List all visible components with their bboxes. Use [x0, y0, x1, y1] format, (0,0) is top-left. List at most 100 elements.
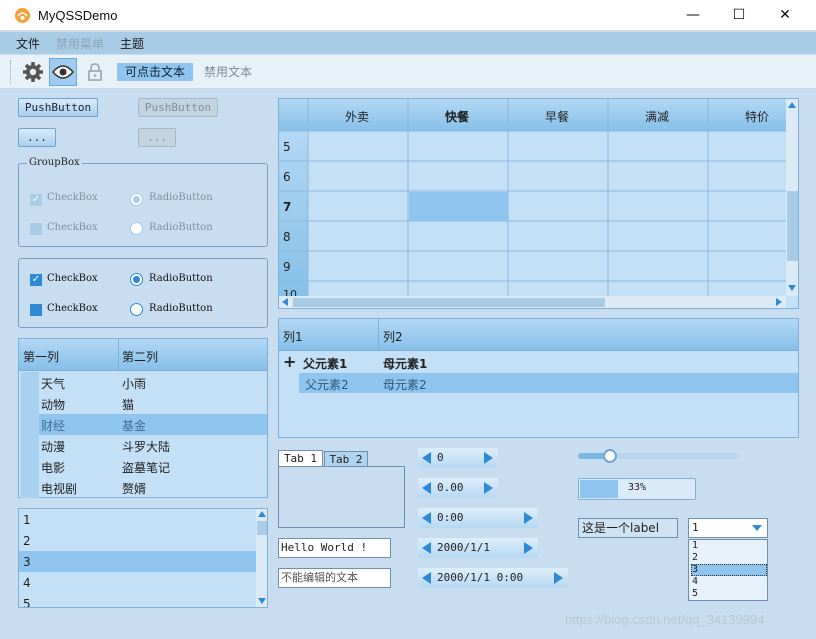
- grid-row-header[interactable]: 9: [283, 260, 291, 274]
- column-header[interactable]: 第二列: [122, 348, 158, 365]
- list-item[interactable]: 4: [23, 576, 31, 590]
- datetime-value[interactable]: 2000/1/1 0:00: [437, 568, 523, 588]
- grid-column-header[interactable]: 早餐: [545, 108, 569, 125]
- decrement-icon[interactable]: [422, 572, 431, 584]
- slider[interactable]: [578, 449, 738, 463]
- scroll-up-icon[interactable]: [788, 102, 796, 108]
- list-item[interactable]: 5: [23, 597, 31, 607]
- int-spinbox[interactable]: 0: [418, 448, 498, 468]
- tree-item[interactable]: 母元素2: [383, 376, 427, 393]
- increment-icon[interactable]: [524, 542, 533, 554]
- table-cell[interactable]: 动漫: [41, 438, 65, 455]
- minimize-button[interactable]: —: [670, 0, 716, 31]
- list-scrollbar[interactable]: [256, 509, 267, 607]
- close-button[interactable]: ✕: [762, 0, 808, 31]
- eye-icon[interactable]: [49, 58, 77, 86]
- table-cell[interactable]: 财经: [41, 417, 65, 434]
- list-item[interactable]: 2: [23, 534, 31, 548]
- combo-option[interactable]: 2: [692, 552, 698, 563]
- checkbox-label[interactable]: CheckBox: [47, 273, 98, 284]
- list-item[interactable]: 3: [23, 555, 31, 569]
- grid-row-header[interactable]: 8: [283, 230, 291, 244]
- scroll-left-icon[interactable]: [282, 298, 288, 306]
- decrement-icon[interactable]: [422, 452, 431, 464]
- grid-row-header[interactable]: 6: [283, 170, 291, 184]
- table-cell[interactable]: 基金: [122, 417, 146, 434]
- radio-label[interactable]: RadioButton: [149, 273, 213, 284]
- radio-unchecked[interactable]: [130, 303, 143, 316]
- grid-selected-cell[interactable]: [409, 192, 508, 221]
- increment-icon[interactable]: [484, 452, 493, 464]
- grid-column-header[interactable]: 外卖: [345, 108, 369, 125]
- toolbar-grip[interactable]: [10, 60, 12, 84]
- grid-vscrollbar[interactable]: [786, 99, 798, 296]
- menu-theme[interactable]: 主题: [120, 35, 144, 52]
- increment-icon[interactable]: [484, 482, 493, 494]
- spinbox-value[interactable]: 0: [437, 448, 444, 468]
- datetime-edit[interactable]: 2000/1/1 0:00: [418, 568, 568, 588]
- scroll-right-icon[interactable]: [776, 298, 782, 306]
- grid-row-header[interactable]: 7: [283, 200, 291, 214]
- increment-icon[interactable]: [524, 512, 533, 524]
- list-item[interactable]: 1: [23, 513, 31, 527]
- spinbox-value[interactable]: 0.00: [437, 478, 464, 498]
- column-header[interactable]: 第一列: [23, 348, 59, 365]
- date-value[interactable]: 2000/1/1: [437, 538, 490, 558]
- grid-row-header[interactable]: 5: [283, 140, 291, 154]
- table-cell[interactable]: 电视剧: [41, 480, 77, 497]
- table-cell[interactable]: 天气: [41, 375, 65, 392]
- tree-item[interactable]: 父元素2: [305, 376, 349, 393]
- menu-file[interactable]: 文件: [16, 35, 40, 52]
- combo-option[interactable]: 1: [692, 540, 698, 551]
- column-header[interactable]: 列2: [383, 328, 403, 345]
- increment-icon[interactable]: [554, 572, 563, 584]
- tool-button[interactable]: ...: [18, 128, 56, 147]
- toolbar-clickable-text[interactable]: 可点击文本: [117, 63, 194, 81]
- table-cell[interactable]: 斗罗大陆: [122, 438, 170, 455]
- combo-box[interactable]: 1: [688, 518, 768, 538]
- scroll-down-icon[interactable]: [788, 285, 796, 291]
- radio-label[interactable]: RadioButton: [149, 303, 213, 314]
- tab-1[interactable]: Tab 1: [278, 450, 323, 467]
- table-cell[interactable]: 猫: [122, 396, 134, 413]
- chevron-down-icon[interactable]: [752, 525, 762, 531]
- double-spinbox[interactable]: 0.00: [418, 478, 498, 498]
- combo-option[interactable]: 4: [692, 576, 698, 587]
- table-cell[interactable]: 小雨: [122, 375, 146, 392]
- gear-icon[interactable]: [19, 58, 47, 86]
- decrement-icon[interactable]: [422, 542, 431, 554]
- time-edit[interactable]: 0:00: [418, 508, 538, 528]
- table-cell[interactable]: 赘婿: [122, 480, 146, 497]
- decrement-icon[interactable]: [422, 482, 431, 494]
- date-edit[interactable]: 2000/1/1: [418, 538, 538, 558]
- maximize-button[interactable]: ☐: [716, 0, 762, 31]
- decrement-icon[interactable]: [422, 512, 431, 524]
- line-edit[interactable]: Hello World !: [278, 538, 391, 558]
- grid-hscrollbar[interactable]: [279, 296, 786, 308]
- radio-checked[interactable]: [130, 273, 143, 286]
- expand-icon[interactable]: +: [283, 352, 296, 371]
- tree-item[interactable]: 母元素1: [383, 355, 427, 372]
- scroll-handle[interactable]: [293, 298, 605, 307]
- checkbox-checked[interactable]: ✓: [30, 274, 42, 286]
- push-button[interactable]: PushButton: [18, 98, 98, 117]
- checkbox-label[interactable]: CheckBox: [47, 303, 98, 314]
- scroll-handle[interactable]: [787, 191, 798, 261]
- time-value[interactable]: 0:00: [437, 508, 464, 528]
- scroll-up-icon[interactable]: [258, 511, 266, 517]
- table-cell[interactable]: 动物: [41, 396, 65, 413]
- scroll-handle[interactable]: [257, 521, 267, 535]
- combo-option[interactable]: 3: [692, 564, 698, 575]
- grid-column-header[interactable]: 满减: [645, 108, 669, 125]
- combo-value[interactable]: 1: [692, 521, 699, 534]
- slider-handle[interactable]: [603, 449, 617, 463]
- grid-column-header[interactable]: 快餐: [445, 108, 469, 125]
- scroll-down-icon[interactable]: [258, 598, 266, 604]
- table-cell[interactable]: 电影: [41, 459, 65, 476]
- checkbox-partial[interactable]: [30, 304, 42, 316]
- tab-2[interactable]: Tab 2: [324, 451, 368, 467]
- column-header[interactable]: 列1: [283, 328, 303, 345]
- table-cell[interactable]: 盗墓笔记: [122, 459, 170, 476]
- grid-column-header[interactable]: 特价: [745, 108, 769, 125]
- tree-item[interactable]: 父元素1: [303, 355, 347, 372]
